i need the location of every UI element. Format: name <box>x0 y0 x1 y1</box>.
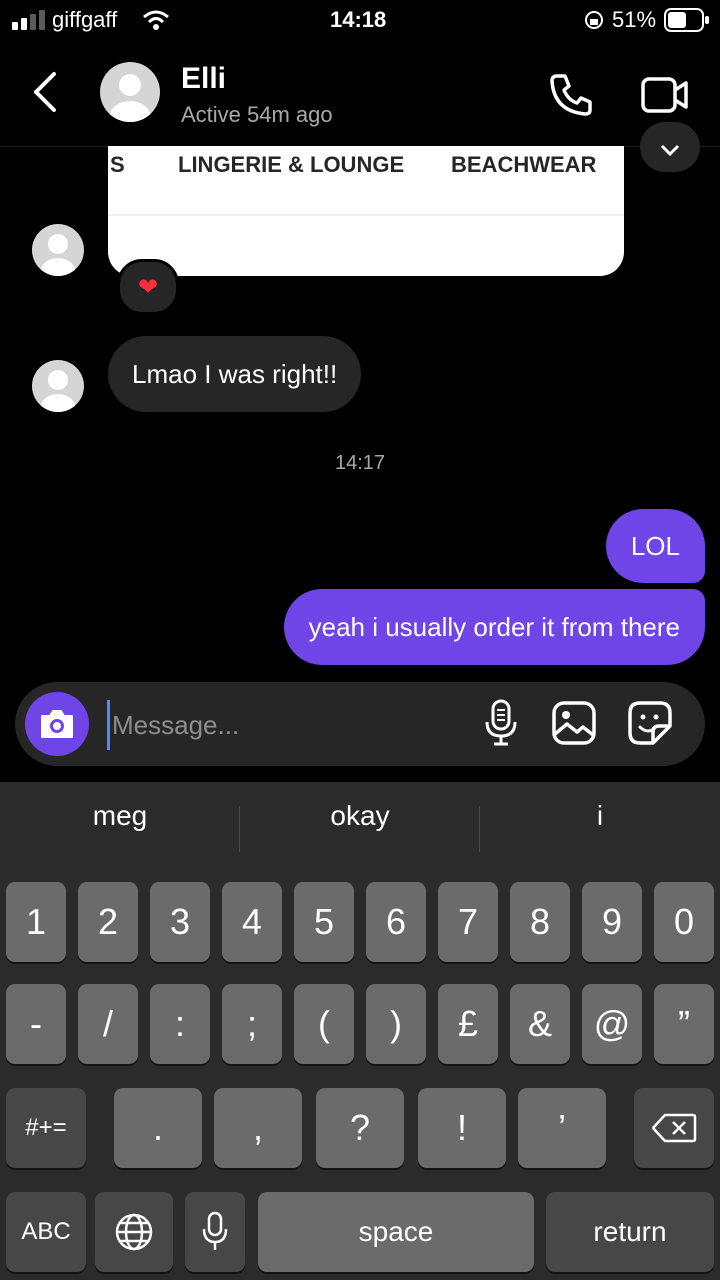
message-text: Lmao I was right!! <box>132 358 338 389</box>
outgoing-message-bubble[interactable]: yeah i usually order it from there <box>283 589 705 665</box>
message-composer <box>15 682 705 766</box>
suggestion-item[interactable]: okay <box>240 800 480 832</box>
phone-call-icon[interactable] <box>548 72 594 118</box>
key[interactable]: : <box>150 984 210 1064</box>
key[interactable]: ( <box>294 984 354 1064</box>
key[interactable]: £ <box>438 984 498 1064</box>
key[interactable]: 3 <box>150 882 210 962</box>
status-bar: giffgaff 14:18 51% <box>0 0 720 40</box>
chat-header: Elli Active 54m ago <box>0 40 720 147</box>
key[interactable]: / <box>78 984 138 1064</box>
card-divider <box>108 214 624 216</box>
carrier-label: giffgaff <box>52 7 118 32</box>
key[interactable]: 5 <box>294 882 354 962</box>
message-text: LOL <box>630 530 680 561</box>
heart-icon: ❤ <box>137 273 159 301</box>
heart-reaction[interactable]: ❤ <box>117 259 179 315</box>
abc-key[interactable]: ABC <box>6 1192 86 1272</box>
return-key[interactable]: return <box>546 1192 714 1272</box>
microphone-icon <box>202 1211 228 1250</box>
card-nav-item: BEACHWEAR <box>451 152 597 177</box>
backspace-key[interactable] <box>634 1088 714 1168</box>
scroll-down-button[interactable] <box>640 122 700 172</box>
contact-avatar[interactable] <box>100 62 160 122</box>
sender-avatar[interactable] <box>32 360 84 412</box>
key[interactable]: 6 <box>366 882 426 962</box>
video-call-icon[interactable] <box>640 74 690 116</box>
key[interactable]: . <box>114 1088 202 1168</box>
globe-key[interactable] <box>95 1192 173 1272</box>
key[interactable]: - <box>6 984 66 1064</box>
key[interactable]: 2 <box>78 882 138 962</box>
shared-post-card[interactable]: S LINGERIE & LOUNGE BEACHWEAR <box>108 146 624 276</box>
key[interactable]: 8 <box>510 882 570 962</box>
contact-name[interactable]: Elli <box>181 62 226 96</box>
back-icon[interactable] <box>30 70 58 114</box>
card-nav-item: S <box>110 152 125 177</box>
suggestion-item[interactable]: meg <box>0 800 240 832</box>
microphone-icon[interactable] <box>483 698 519 748</box>
space-key[interactable]: space <box>258 1192 534 1272</box>
key[interactable]: ! <box>418 1088 506 1168</box>
message-text: yeah i usually order it from there <box>308 611 680 642</box>
outgoing-message-bubble[interactable]: LOL <box>605 509 705 583</box>
suggestion-item[interactable]: i <box>480 800 720 832</box>
orientation-lock-icon <box>585 11 603 29</box>
backspace-icon <box>651 1113 697 1143</box>
key[interactable]: ) <box>366 984 426 1064</box>
chevron-down-icon <box>660 144 680 156</box>
battery-percent: 51% <box>612 7 657 32</box>
key[interactable]: @ <box>582 984 642 1064</box>
status-time: 14:18 <box>330 7 387 32</box>
sender-avatar[interactable] <box>32 224 84 276</box>
key[interactable]: 7 <box>438 882 498 962</box>
key[interactable]: 9 <box>582 882 642 962</box>
key[interactable]: ’ <box>518 1088 606 1168</box>
key[interactable]: 1 <box>6 882 66 962</box>
wifi-icon <box>143 10 169 30</box>
key[interactable]: 0 <box>654 882 714 962</box>
signal-icon <box>12 10 45 30</box>
card-nav-item: LINGERIE & LOUNGE <box>178 152 405 177</box>
battery-icon <box>664 8 709 32</box>
keyboard: meg okay i 1234567890 - /:;() £ & @” #+= .,?… <box>0 782 720 1280</box>
gallery-icon[interactable] <box>551 700 597 746</box>
globe-icon <box>115 1213 153 1251</box>
contact-active-status: Active 54m ago <box>181 102 333 127</box>
key[interactable]: , <box>214 1088 302 1168</box>
dictation-key[interactable] <box>185 1192 245 1272</box>
key[interactable]: ? <box>316 1088 404 1168</box>
symbols-toggle-key[interactable]: #+= <box>6 1088 86 1168</box>
incoming-message-bubble[interactable]: Lmao I was right!! <box>108 336 362 412</box>
sticker-icon[interactable] <box>627 700 673 746</box>
camera-button[interactable] <box>25 692 89 756</box>
message-input[interactable] <box>107 700 444 750</box>
key[interactable]: & <box>510 984 570 1064</box>
key[interactable]: ” <box>654 984 714 1064</box>
key[interactable]: 4 <box>222 882 282 962</box>
key[interactable]: ; <box>222 984 282 1064</box>
camera-icon <box>41 710 73 738</box>
message-timestamp: 14:17 <box>334 452 386 474</box>
